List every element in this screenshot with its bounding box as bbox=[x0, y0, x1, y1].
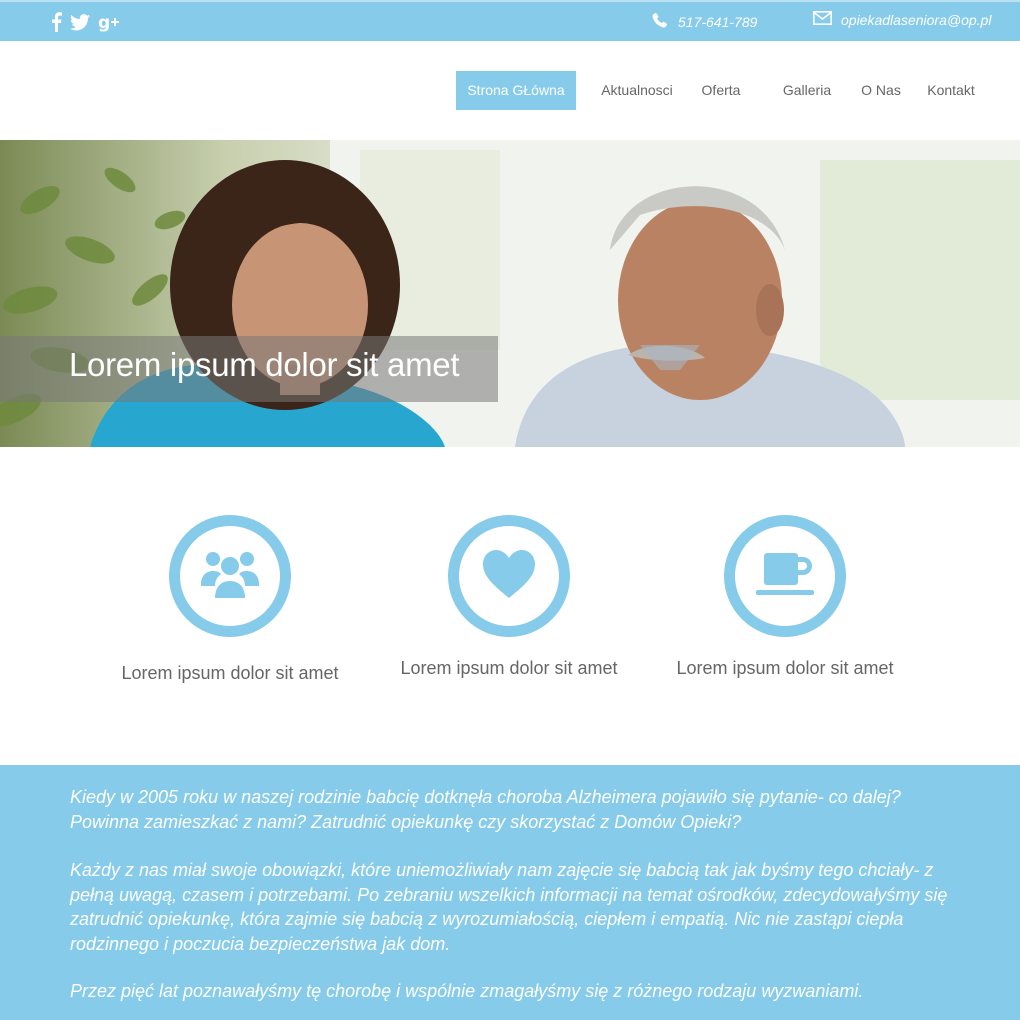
story-paragraph: Kiedy w 2005 roku w naszej rodzinie babc… bbox=[70, 787, 901, 832]
email-address: opiekadlaseniora@op.pl bbox=[841, 11, 992, 28]
nav-item-offer[interactable]: Oferta bbox=[693, 71, 749, 110]
page: g 517-641-789 opiekadlaseniora@op.pl Str… bbox=[0, 0, 1020, 1020]
twitter-icon[interactable] bbox=[70, 11, 90, 33]
feature-label: Lorem ipsum dolor sit amet bbox=[676, 658, 894, 678]
users-icon bbox=[200, 548, 260, 605]
feature-icon-ring bbox=[169, 515, 291, 637]
phone-number: 517-641-789 bbox=[678, 13, 758, 30]
hero-banner: Lorem ipsum dolor sit amet bbox=[0, 140, 1020, 447]
nav-item-news[interactable]: Aktualnosci bbox=[593, 71, 681, 110]
phone-contact[interactable]: 517-641-789 bbox=[651, 11, 757, 32]
nav-item-gallery[interactable]: Galleria bbox=[774, 71, 840, 110]
story-paragraph: Każdy z nas miał swoje obowiązki, które … bbox=[70, 860, 948, 954]
hero-caption: Lorem ipsum dolor sit amet bbox=[69, 346, 460, 383]
social-links: g bbox=[50, 11, 120, 33]
nav-item-about[interactable]: O Nas bbox=[853, 71, 909, 110]
nav-item-home[interactable]: Strona GŁówna bbox=[456, 71, 576, 110]
story-section: Kiedy w 2005 roku w naszej rodzinie babc… bbox=[0, 765, 1020, 1020]
top-bar: g 517-641-789 opiekadlaseniora@op.pl bbox=[0, 0, 1020, 41]
hero-caption-box: Lorem ipsum dolor sit amet bbox=[0, 336, 498, 402]
feature-card: Lorem ipsum dolor sit amet bbox=[389, 515, 629, 678]
story-paragraph: Przez pięć lat poznawałyśmy tę chorobę i… bbox=[70, 981, 864, 1001]
heart-icon bbox=[481, 549, 537, 604]
email-contact[interactable]: opiekadlaseniora@op.pl bbox=[813, 11, 991, 28]
svg-text:g: g bbox=[98, 13, 110, 32]
envelope-icon bbox=[813, 11, 832, 28]
facebook-icon[interactable] bbox=[50, 11, 62, 33]
coffee-cup-icon bbox=[754, 549, 816, 604]
feature-card: Lorem ipsum dolor sit amet bbox=[665, 515, 905, 678]
feature-card: Lorem ipsum dolor sit amet bbox=[110, 515, 350, 683]
main-nav: Strona GŁówna Aktualnosci Oferta Galleri… bbox=[0, 41, 1020, 140]
feature-icon-ring bbox=[724, 515, 846, 637]
feature-label: Lorem ipsum dolor sit amet bbox=[400, 658, 618, 678]
feature-label: Lorem ipsum dolor sit amet bbox=[121, 663, 339, 683]
phone-icon bbox=[651, 11, 669, 32]
feature-icon-ring bbox=[448, 515, 570, 637]
google-plus-icon[interactable]: g bbox=[98, 11, 120, 33]
nav-item-contact[interactable]: Kontakt bbox=[920, 71, 982, 110]
